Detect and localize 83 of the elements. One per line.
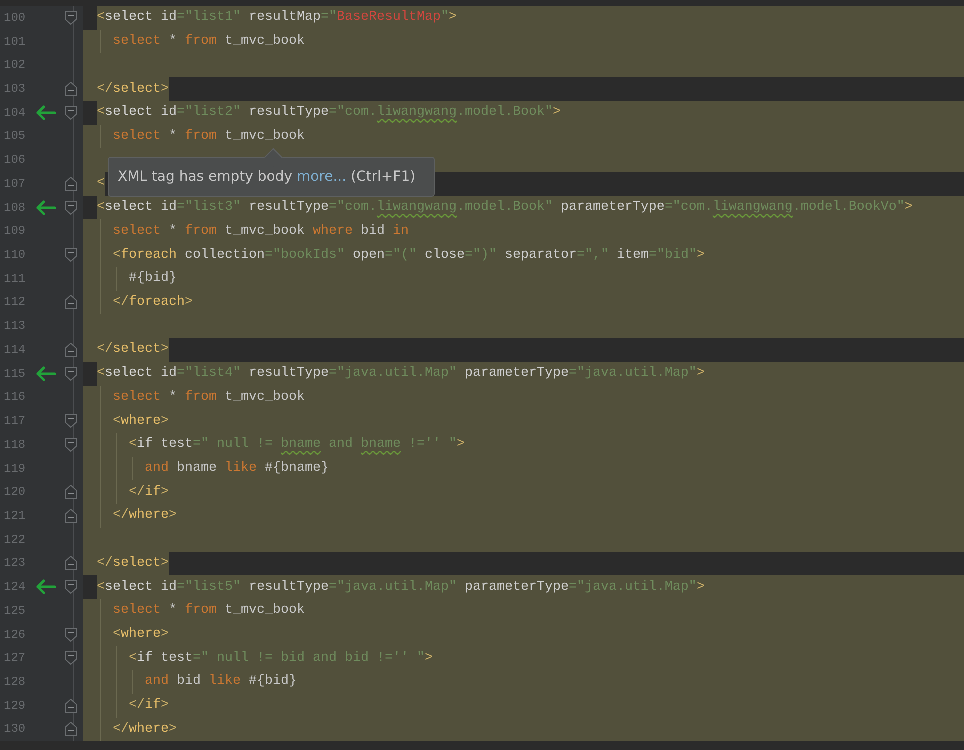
code-line: #{bid}: [129, 271, 177, 286]
line-number: 111: [4, 272, 27, 286]
line-number: 130: [4, 722, 27, 736]
line-number: 125: [4, 604, 27, 618]
code-line: select * from t_mvc_book: [113, 128, 305, 144]
code-line: <if test=" null != bname and bname !='' ">: [129, 437, 465, 452]
left-arrow-icon[interactable]: [35, 104, 57, 121]
line-number: 127: [4, 651, 27, 666]
left-arrow-icon[interactable]: [35, 200, 57, 216]
fold-icon[interactable]: [65, 651, 77, 666]
line-number: 108: [4, 200, 27, 215]
fold-icon[interactable]: [65, 414, 77, 428]
fold-end-icon[interactable]: [65, 82, 77, 96]
line-number: 115: [4, 366, 27, 381]
code-line: <if test=" null != bid and bid !='' ">: [129, 650, 433, 666]
left-arrow-icon[interactable]: [35, 366, 57, 382]
fold-end-icon[interactable]: [65, 176, 77, 191]
fold-end-icon[interactable]: [65, 508, 77, 523]
more-link[interactable]: more...: [296, 169, 347, 185]
code-line: and bname like #{bname}: [145, 461, 329, 476]
line-number: 124: [4, 580, 27, 594]
code-line: <select id="list5" resultType="java.util.Map" parameterType="java.util.Map">: [97, 580, 705, 595]
line-number: 112: [4, 295, 27, 310]
code-line: <foreach collection="bookIds" open="(" close=")" separator="," item="bid">: [113, 248, 705, 263]
line-number: 123: [4, 556, 27, 570]
code-line: <select id="list2" resultType="com.liwangwang.model.Book">: [97, 105, 561, 120]
code-line: select * from t_mvc_book: [113, 390, 305, 405]
line-number: 128: [4, 674, 27, 689]
line-number: 105: [4, 129, 27, 144]
tooltip-text: XML tag has empty body more... (Ctrl+F1): [118, 169, 416, 185]
fold-end-icon[interactable]: [65, 485, 77, 500]
line-number: 107: [4, 176, 27, 191]
fold-icon[interactable]: [65, 200, 77, 215]
code-line: </select>: [97, 342, 169, 358]
fold-icon[interactable]: [65, 628, 77, 642]
code-line: </if>: [129, 698, 169, 714]
code-line: <where>: [113, 414, 169, 429]
code-line: </where>: [113, 722, 177, 737]
code-line: select * from t_mvc_book: [113, 34, 305, 50]
line-number: 103: [4, 82, 27, 96]
code-line: <select id="list4" resultType="java.util.Map" parameterType="java.util.Map">: [97, 366, 705, 382]
fold-end-icon[interactable]: [65, 556, 77, 570]
code-line: <: [97, 176, 105, 192]
code-line: </select>: [97, 556, 169, 571]
line-number: 106: [4, 153, 27, 168]
code-line: <where>: [113, 627, 169, 642]
left-arrow-icon[interactable]: [35, 579, 57, 596]
fold-end-icon[interactable]: [65, 698, 77, 713]
line-number: 113: [4, 319, 27, 334]
code-line: </where>: [113, 508, 177, 524]
fold-end-icon[interactable]: [65, 722, 77, 736]
line-number: 109: [4, 224, 27, 238]
line-number: 102: [4, 58, 27, 72]
code-line: </select>: [97, 82, 169, 97]
line-number: 119: [4, 462, 27, 476]
line-number: 101: [4, 34, 27, 49]
line-number: 117: [4, 414, 27, 428]
line-number: 122: [4, 532, 27, 547]
fold-end-icon[interactable]: [65, 342, 77, 357]
line-number: 110: [4, 248, 27, 262]
code-line: select * from t_mvc_book where bid in: [113, 224, 409, 239]
line-number: 114: [4, 342, 27, 357]
fold-icon[interactable]: [65, 10, 77, 25]
line-number: 121: [4, 508, 27, 523]
fold-icon[interactable]: [65, 366, 77, 381]
code-line: </if>: [129, 484, 169, 500]
code-line: <select id="list3" resultType="com.liwangwang.model.Book" parameterType="com.liwangwang.model.BookVo">: [97, 200, 913, 216]
code-line: <select id="list1" resultMap="BaseResultMap">: [97, 10, 457, 26]
line-number: 120: [4, 485, 27, 500]
fold-icon[interactable]: [65, 580, 77, 594]
line-number: 104: [4, 106, 27, 120]
code-line: </foreach>: [113, 294, 193, 310]
fold-icon[interactable]: [65, 106, 77, 120]
code-line: and bid like #{bid}: [145, 674, 297, 690]
fold-end-icon[interactable]: [65, 295, 77, 310]
code-line: select * from t_mvc_book: [113, 603, 305, 618]
line-number: 100: [4, 10, 27, 25]
line-number: 126: [4, 628, 27, 642]
fold-icon[interactable]: [65, 248, 77, 262]
line-number: 116: [4, 390, 27, 404]
fold-icon[interactable]: [65, 438, 77, 452]
line-number: 129: [4, 698, 27, 713]
line-number: 118: [4, 438, 27, 452]
